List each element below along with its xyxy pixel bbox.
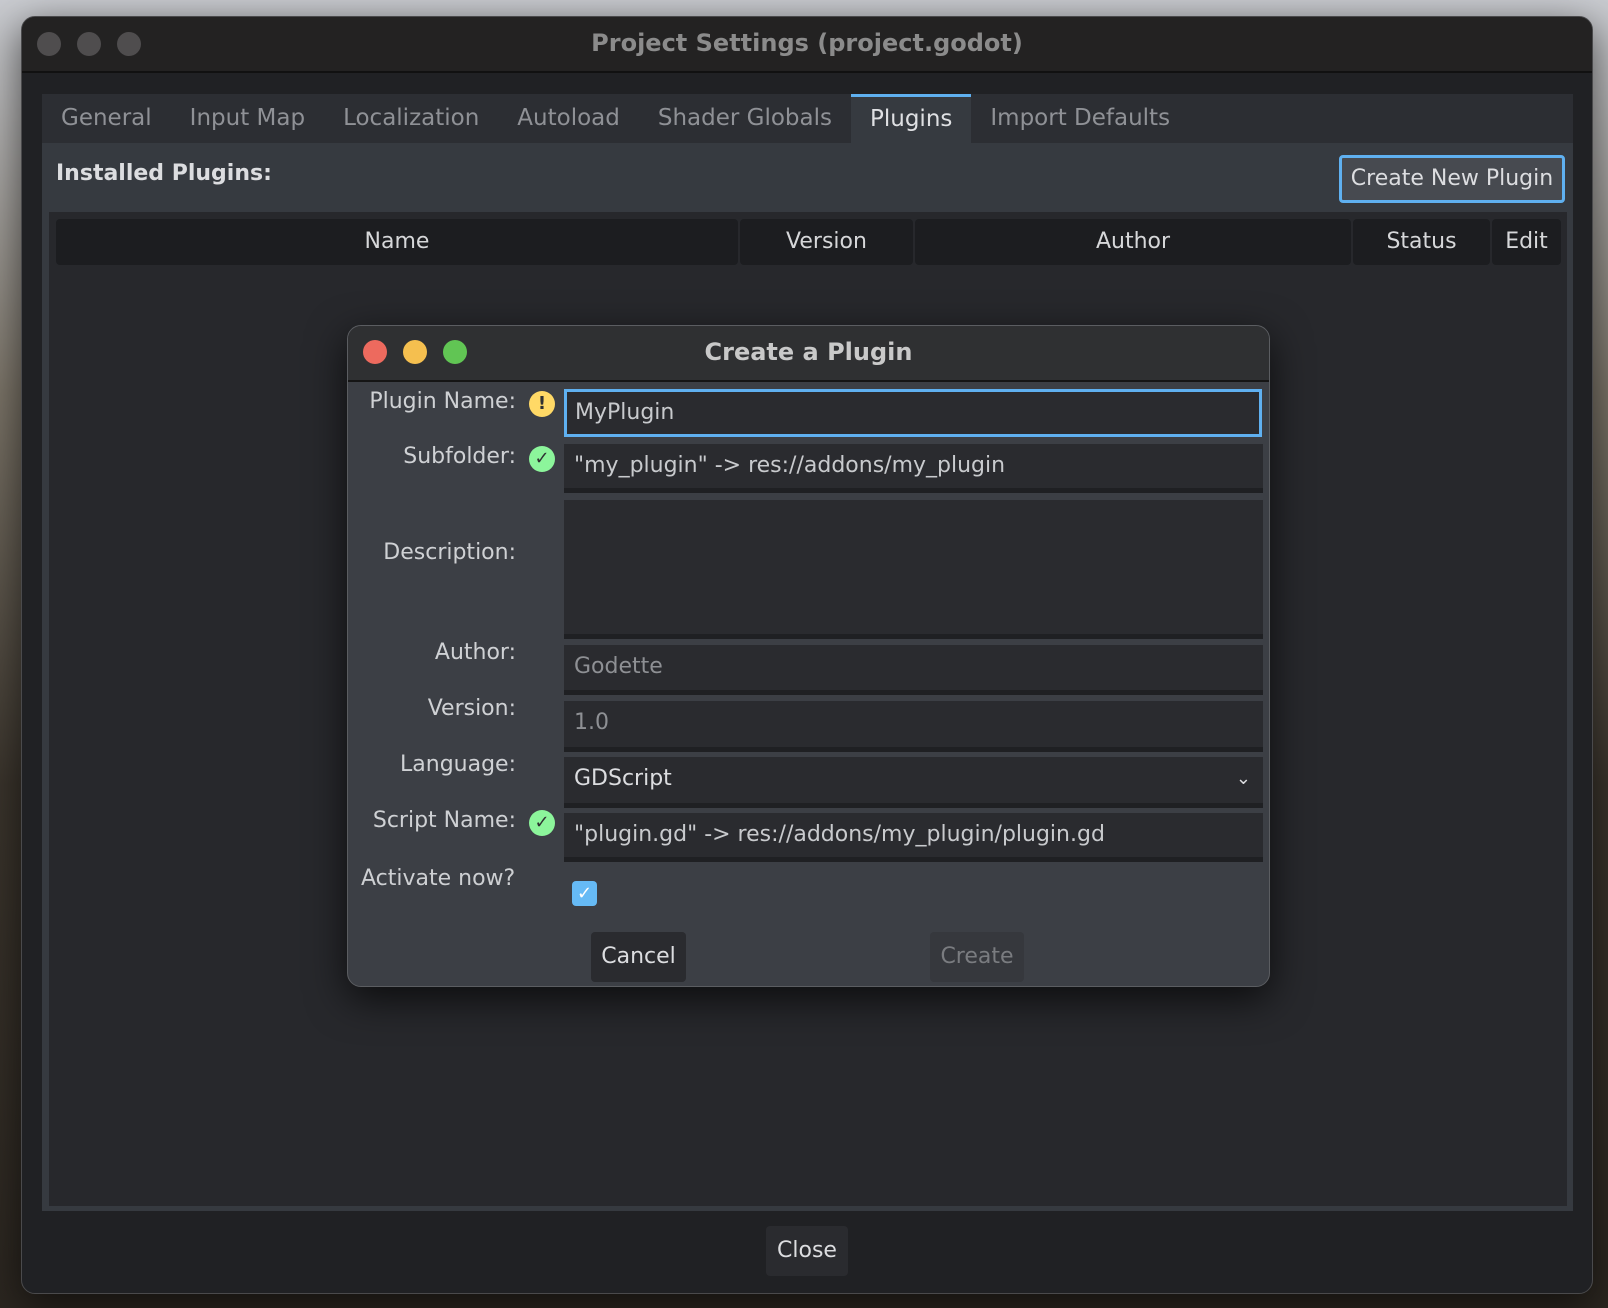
tab-import-defaults[interactable]: Import Defaults [971, 94, 1189, 143]
check-circle-icon: ✓ [529, 810, 555, 836]
column-header-author[interactable]: Author [915, 219, 1351, 265]
installed-plugins-heading: Installed Plugins: [56, 161, 272, 186]
version-label: Version: [427, 696, 516, 721]
plugin-name-input[interactable]: MyPlugin [564, 389, 1262, 437]
language-dropdown[interactable]: GDScript ⌄ [564, 757, 1263, 808]
script-name-input[interactable]: "plugin.gd" -> res://addons/my_plugin/pl… [564, 813, 1263, 862]
author-label: Author: [434, 640, 516, 665]
close-button[interactable]: Close [766, 1226, 848, 1276]
cancel-button[interactable]: Cancel [591, 932, 686, 982]
tab-shader-globals[interactable]: Shader Globals [639, 94, 851, 143]
title-bar: Project Settings (project.godot) [22, 17, 1592, 73]
check-circle-icon: ✓ [529, 446, 555, 472]
create-button[interactable]: Create [930, 932, 1024, 982]
tab-autoload[interactable]: Autoload [498, 94, 639, 143]
version-input[interactable]: 1.0 [564, 701, 1263, 752]
subfolder-input[interactable]: "my_plugin" -> res://addons/my_plugin [564, 444, 1263, 493]
tab-localization[interactable]: Localization [324, 94, 498, 143]
activate-now-checkbox[interactable]: ✓ [572, 881, 597, 906]
tab-bar: General Input Map Localization Autoload … [42, 94, 1573, 143]
create-new-plugin-button[interactable]: Create New Plugin [1339, 155, 1565, 203]
column-header-status[interactable]: Status [1353, 219, 1490, 265]
dialog-title: Create a Plugin [704, 338, 913, 366]
description-textarea[interactable] [564, 500, 1263, 639]
window-title: Project Settings (project.godot) [591, 29, 1023, 57]
author-input[interactable]: Godette [564, 645, 1263, 695]
warning-icon: ! [529, 391, 555, 417]
column-header-edit[interactable]: Edit [1492, 219, 1561, 265]
create-plugin-dialog: Create a Plugin Plugin Name: ! MyPlugin … [347, 325, 1270, 987]
activate-now-label: Activate now? [361, 866, 516, 891]
dialog-title-bar: Create a Plugin [348, 326, 1269, 382]
language-value: GDScript [574, 766, 672, 791]
tab-plugins[interactable]: Plugins [851, 94, 972, 143]
subfolder-label: Subfolder: [403, 444, 516, 469]
column-header-version[interactable]: Version [740, 219, 913, 265]
plugin-name-label: Plugin Name: [369, 389, 516, 414]
script-name-label: Script Name: [372, 808, 516, 833]
chevron-down-icon: ⌄ [1235, 768, 1251, 789]
tab-general[interactable]: General [42, 94, 171, 143]
column-header-name[interactable]: Name [56, 219, 738, 265]
tab-input-map[interactable]: Input Map [171, 94, 324, 143]
language-label: Language: [400, 752, 516, 777]
description-label: Description: [383, 540, 516, 565]
